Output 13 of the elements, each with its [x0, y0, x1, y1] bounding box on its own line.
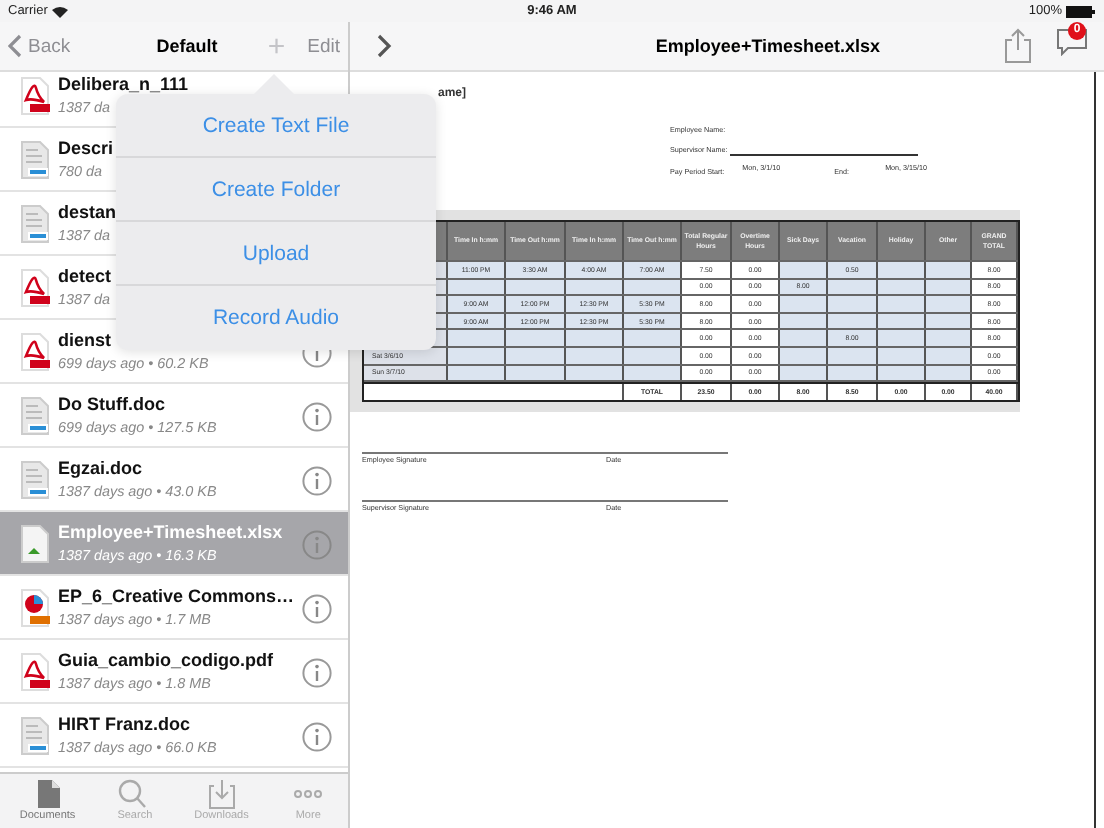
document-title: Employee+Timesheet.xlsx [653, 36, 883, 56]
file-name: destan [58, 202, 117, 222]
file-name: EP_6_Creative Commons… [58, 586, 295, 606]
file-name: Do Stuff.doc [58, 394, 167, 414]
folder-title: Default [154, 36, 220, 56]
file-name: Descri [58, 138, 114, 158]
file-name: Egzai.doc [58, 458, 145, 478]
file-name: dienst [58, 330, 114, 350]
file-name: detect [58, 266, 112, 286]
file-name: Guia_cambio_codigo.pdf [58, 650, 274, 670]
file-name: Delibera_n_111 [58, 74, 189, 94]
file-name: HIRT Franz.doc [58, 714, 193, 734]
file-name: Employee+Timesheet.xlsx [58, 522, 283, 542]
